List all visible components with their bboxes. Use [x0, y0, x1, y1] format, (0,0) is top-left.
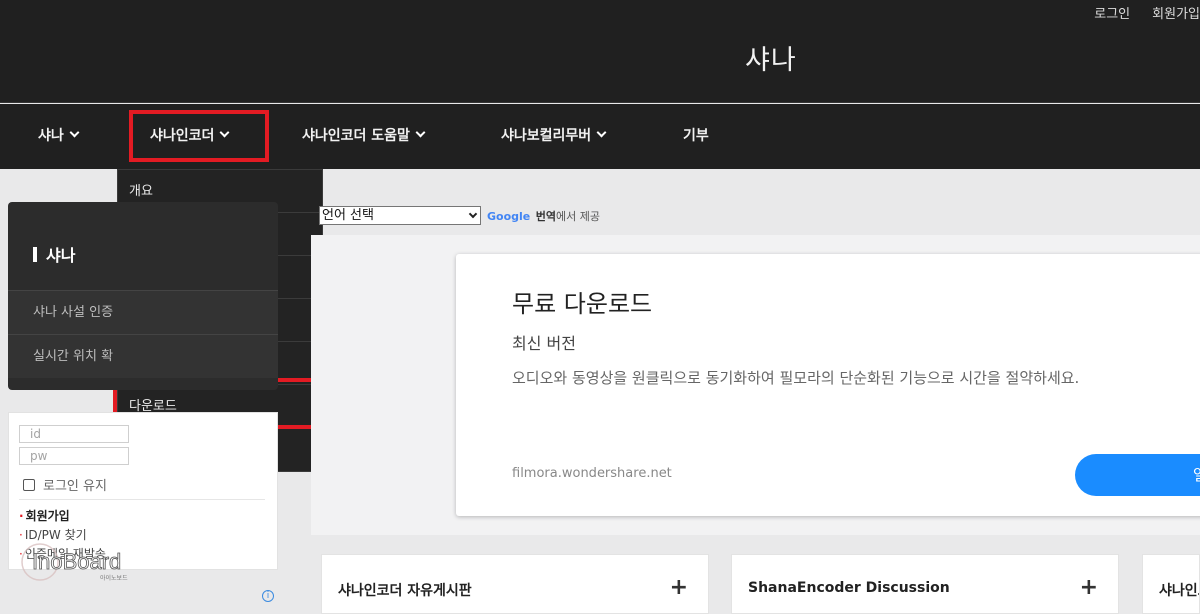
bullet-icon: · [19, 509, 24, 523]
watermark-text: InoBoard [32, 549, 121, 574]
powered-by-google[interactable]: Google 번역에서 제공 [487, 208, 600, 224]
pw-input[interactable]: pw [19, 447, 129, 465]
site-title[interactable]: 샤나 [745, 38, 797, 77]
nav-item-shana[interactable]: 샤나 [38, 104, 80, 169]
nav-label: 샤나보컬리무버 [501, 128, 592, 144]
ad-subtitle: 최신 버전 [512, 334, 576, 353]
board-card-encoder[interactable]: 샤나인코더 [1142, 554, 1200, 614]
ad-open-button[interactable]: 열기 [1075, 454, 1200, 496]
keep-login-label: 로그인 유지 [43, 479, 107, 494]
ad-choices-icon[interactable]: i [262, 590, 274, 602]
board-title: ShanaEncoder Discussion [748, 580, 950, 596]
sidebar-item-realtime-location[interactable]: 실시간 위치 확 [8, 334, 278, 378]
chevron-down-icon [596, 127, 607, 138]
board-title: 샤나인코더 자유게시판 [338, 583, 472, 599]
signup-label: 회원가입 [25, 509, 70, 523]
chevron-down-icon [69, 127, 80, 138]
ad-card[interactable]: 무료 다운로드 최신 버전 오디오와 동영상을 원클릭으로 동기화하여 필모라의… [456, 254, 1200, 516]
plus-icon[interactable]: + [1080, 577, 1098, 599]
board-title: 샤나인코더 [1159, 583, 1199, 599]
nav-item-encoder-help[interactable]: 샤나인코더 도움말 [302, 104, 426, 169]
main-nav: 샤나 샤나인코더 샤나인코더 도움말 샤나보컬리무버 기부 [0, 104, 1200, 169]
inoboard-watermark-icon: InoBoard 아이노보드 [21, 543, 128, 582]
ad-title: 무료 다운로드 [512, 290, 653, 318]
id-input[interactable]: id [19, 425, 129, 443]
divider [19, 499, 265, 500]
site-header: 로그인 회원가입 샤나 [0, 0, 1200, 103]
google-logo-icon: Google [487, 210, 530, 223]
board-card-free[interactable]: 샤나인코더 자유게시판 + [321, 554, 709, 614]
nav-item-vocal-remover[interactable]: 샤나보컬리무버 [501, 104, 607, 169]
title-bar-icon [33, 247, 37, 262]
ad-domain: filmora.wondershare.net [512, 466, 672, 481]
language-select[interactable]: 언어 선택 [319, 206, 481, 225]
watermark-sub: 아이노보드 [100, 574, 128, 582]
sidebar-title: 샤나 [33, 242, 75, 266]
plus-icon[interactable]: + [670, 577, 688, 599]
board-card-discussion[interactable]: ShanaEncoder Discussion + [731, 554, 1119, 614]
login-link[interactable]: 로그인 [1094, 3, 1130, 22]
sidebar-panel: 샤나 샤나 사설 인증 실시간 위치 확 [8, 202, 278, 390]
keep-login[interactable]: 로그인 유지 [23, 475, 107, 494]
nav-item-donate[interactable]: 기부 [683, 104, 709, 169]
google-text: Google [487, 210, 531, 223]
nav-label: 샤나인코더 도움말 [302, 128, 410, 144]
highlight-box-nav [129, 110, 269, 162]
ad-description: 오디오와 동영상을 원클릭으로 동기화하여 필모라의 단순화된 기능으로 시간을… [512, 369, 1080, 387]
signup-link-side[interactable]: · 회원가입 [19, 507, 70, 524]
chevron-down-icon [415, 127, 426, 138]
chevron-down-icon [468, 209, 478, 219]
translate-label: 번역 [535, 210, 556, 223]
top-links: 로그인 회원가입 [1094, 3, 1200, 22]
nav-label: 기부 [683, 128, 709, 144]
keep-login-checkbox[interactable] [23, 478, 35, 491]
nav-label: 샤나 [38, 128, 64, 144]
signup-link[interactable]: 회원가입 [1152, 3, 1200, 22]
provided-label: 에서 제공 [556, 210, 600, 223]
language-select-value: 언어 선택 [322, 208, 374, 223]
sidebar-item-private-auth[interactable]: 샤나 사설 인증 [8, 290, 278, 334]
sidebar-title-text: 샤나 [46, 246, 76, 265]
